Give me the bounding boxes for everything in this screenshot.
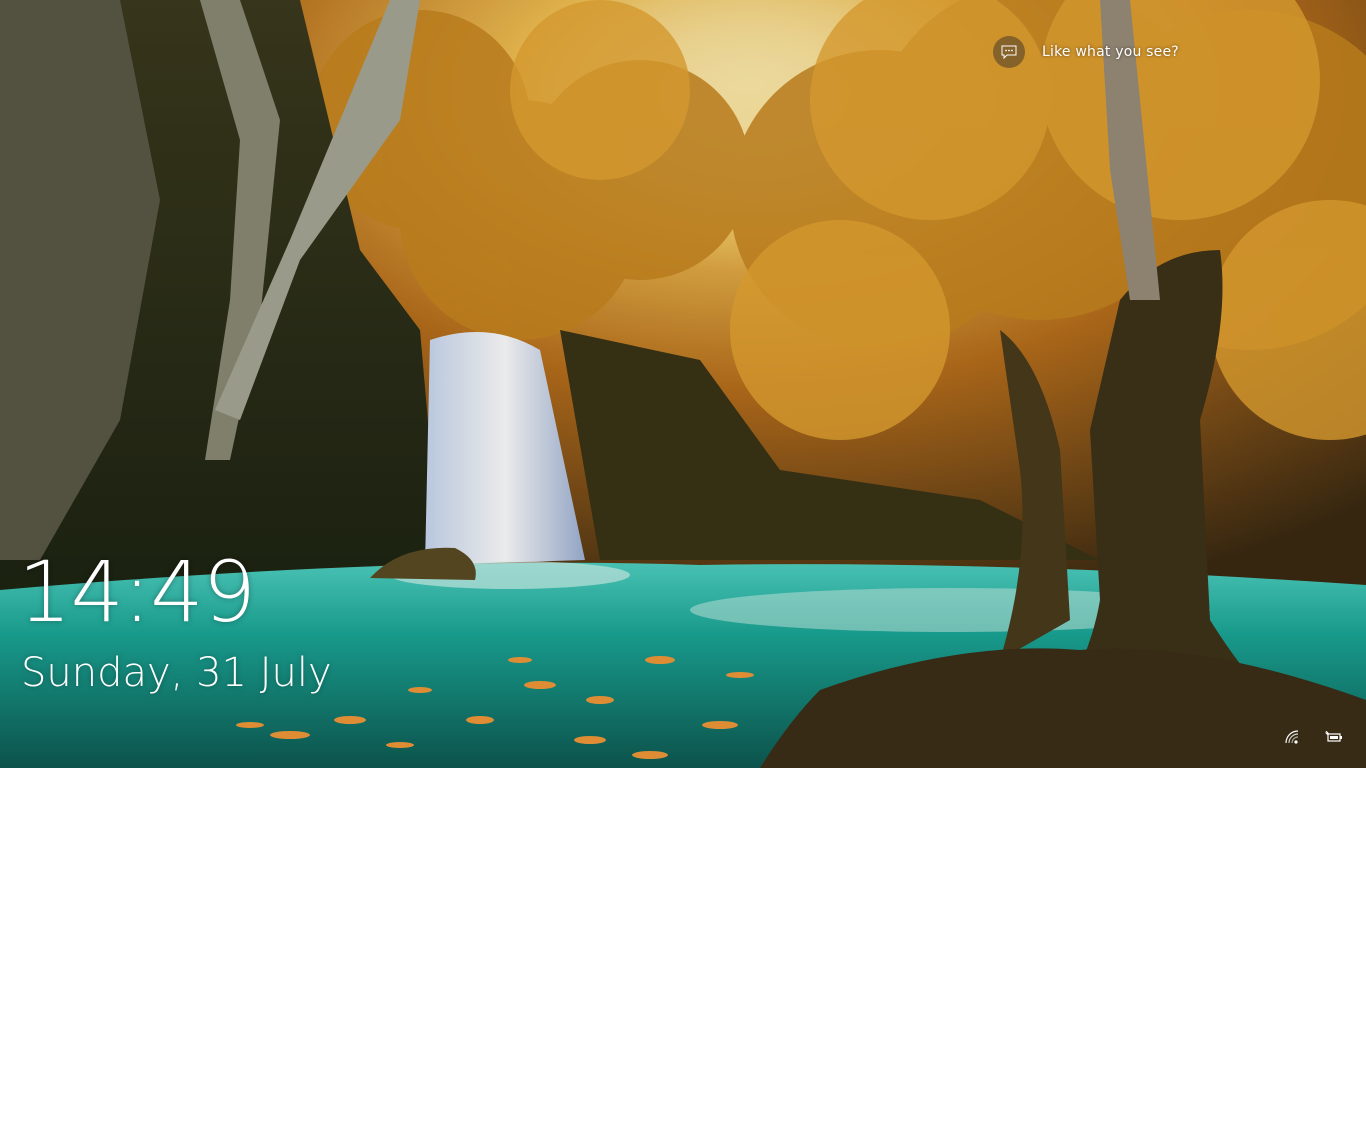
feedback-icon <box>1001 45 1017 59</box>
lock-screen-date: Sunday, 31 July <box>21 650 332 696</box>
spotlight-feedback-button[interactable] <box>993 36 1025 68</box>
battery-status[interactable] <box>1324 728 1344 746</box>
battery-charging-icon <box>1325 731 1342 742</box>
lock-screen-time: 14:49 <box>18 543 256 641</box>
spotlight-feedback[interactable]: Like what you see? <box>993 36 1179 68</box>
network-status[interactable] <box>1282 728 1302 746</box>
spotlight-feedback-label[interactable]: Like what you see? <box>1042 44 1179 60</box>
network-icon <box>1285 730 1299 744</box>
lock-screen[interactable]: Like what you see? 14:49 Sunday, 31 July <box>0 0 1366 768</box>
